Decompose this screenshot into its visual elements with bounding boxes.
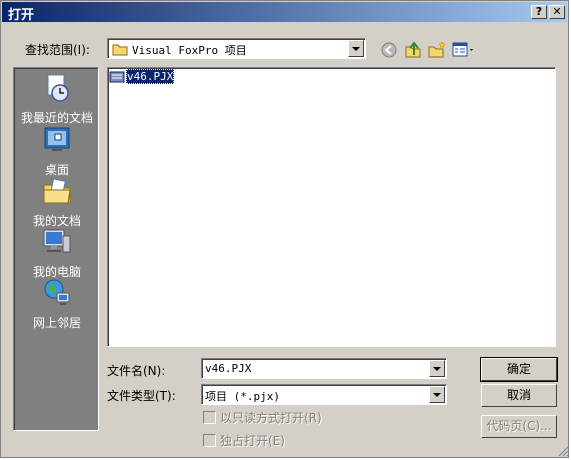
title-bar[interactable]: 打开 ? ✕ [2,2,567,22]
filename-value: v46.PJX [205,362,251,375]
filename-label: 文件名(N): [107,362,165,379]
my-computer-icon [41,226,73,258]
place-network-places[interactable]: 网上邻居 [14,277,100,331]
folder-icon [112,42,128,56]
place-my-computer[interactable]: 我的电脑 [14,226,100,280]
readonly-checkbox[interactable] [203,411,216,424]
filetype-combo[interactable]: 项目 (*.pjx) [201,384,447,405]
up-folder-icon[interactable] [403,40,423,60]
desktop-icon [41,124,73,156]
filetype-label: 文件类型(T): [107,387,176,404]
places-bar: 我最近的文档 桌面 我的文档 [13,67,99,431]
window-title: 打开 [8,4,34,23]
codepage-button[interactable]: 代码页(C)... [481,415,557,438]
project-file-icon [109,70,125,84]
look-in-combo[interactable]: Visual FoxPro 项目 [107,38,366,59]
place-recent-documents[interactable]: 我最近的文档 [14,72,100,126]
new-folder-icon[interactable] [427,40,447,60]
exclusive-checkbox[interactable] [203,434,216,447]
ok-button[interactable]: 确定 [481,358,557,381]
help-button[interactable]: ? [531,5,547,19]
network-places-icon [41,277,73,309]
recent-documents-icon [41,72,73,104]
chevron-down-icon[interactable] [348,40,364,57]
close-button[interactable]: ✕ [549,5,565,19]
filetype-value: 项目 (*.pjx) [205,388,280,404]
file-name: v46.PJX [126,69,174,84]
resize-grip-icon[interactable] [557,445,569,457]
cancel-button[interactable]: 取消 [481,384,557,407]
filename-combo[interactable]: v46.PJX [201,358,447,379]
my-documents-icon [41,175,73,207]
look-in-label: 查找范围(I): [25,41,90,58]
place-desktop[interactable]: 桌面 [14,124,100,178]
place-my-documents[interactable]: 我的文档 [14,175,100,229]
look-in-value: Visual FoxPro 项目 [132,42,247,58]
readonly-label: 以只读方式打开(R) [220,409,322,426]
chevron-down-icon[interactable] [429,360,445,377]
back-icon[interactable] [379,40,399,60]
chevron-down-icon[interactable] [429,386,445,403]
file-list[interactable]: v46.PJX [107,67,556,347]
exclusive-label: 独占打开(E) [220,432,285,449]
views-menu-icon[interactable] [451,40,477,60]
open-dialog: 打开 ? ✕ 查找范围(I): Visual FoxPro 项目 [0,0,569,458]
